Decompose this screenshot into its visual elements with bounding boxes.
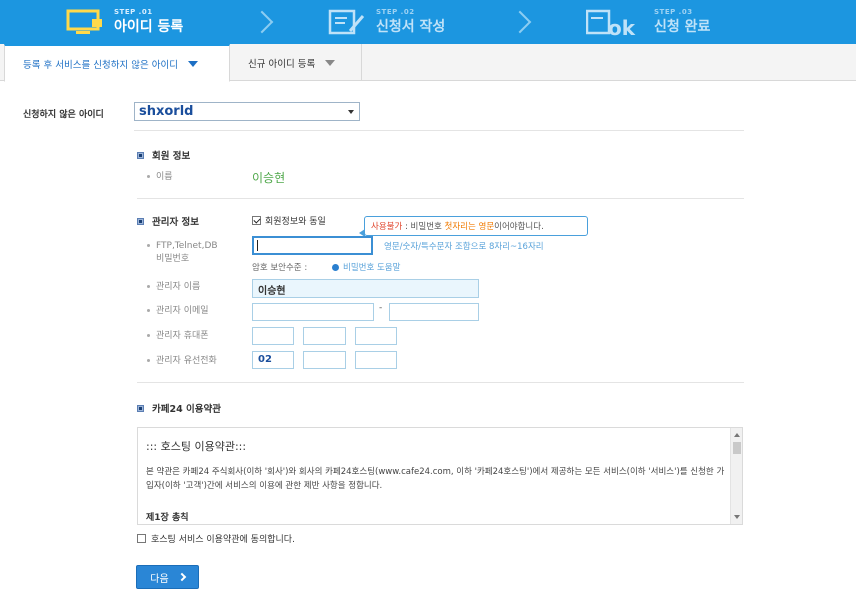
scroll-up-icon[interactable] [734, 433, 740, 437]
tab-new-id[interactable]: 신규 아이디 등록 [230, 44, 362, 81]
text-caret [257, 240, 258, 251]
terms-body: 본 약관은 카페24 주식회사(이하 '회사')와 회사의 카페24호스팅(ww… [146, 467, 725, 491]
caret-down-icon [187, 60, 198, 67]
tab-label: 등록 후 서비스를 신청하지 않은 아이디 [23, 59, 178, 71]
checkbox-checked-icon[interactable] [252, 216, 261, 225]
member-info-title: 회원 정보 [137, 148, 190, 162]
email-separator: - [379, 303, 383, 313]
terms-title-text: 카페24 이용약관 [152, 404, 221, 415]
agree-terms-checkbox[interactable]: 호스팅 서비스 이용약관에 동의합니다. [137, 532, 295, 545]
step-2: STEP .02 신청서 작성 [328, 0, 445, 44]
tab-label: 신규 아이디 등록 [248, 58, 316, 70]
step-1-title: 아이디 등록 [114, 19, 184, 35]
phone-area-value: 02 [258, 354, 272, 365]
scroll-down-icon[interactable] [734, 515, 740, 519]
step-arrow-icon [512, 10, 526, 34]
terms-heading: ::: 호스팅 이용약관::: [146, 440, 247, 453]
email-id-input[interactable] [252, 303, 374, 321]
member-info-title-text: 회원 정보 [152, 151, 191, 162]
step-1: STEP .01 아이디 등록 [66, 0, 183, 44]
tab-bar: 등록 후 서비스를 신청하지 않은 아이디 신규 아이디 등록 [0, 44, 856, 82]
terms-chapter: 제1장 총칙 [146, 513, 189, 523]
terms-textbox[interactable]: ::: 호스팅 이용약관::: 본 약관은 카페24 주식회사(이하 '회사')… [137, 427, 743, 525]
info-dot-icon [332, 263, 339, 271]
password-rule-hint: 영문/숫자/특수문자 조합으로 8자리~16자리 [384, 242, 544, 252]
next-button[interactable]: 다음 [136, 565, 199, 589]
step-1-number: STEP .01 [114, 8, 153, 16]
unregistered-id-select[interactable]: shxorld [134, 102, 360, 121]
password-input[interactable] [252, 236, 373, 255]
step-2-title: 신청서 작성 [376, 19, 446, 35]
step-2-number: STEP .02 [376, 8, 415, 16]
step-arrow-icon [254, 10, 268, 34]
email-domain-input[interactable] [389, 303, 479, 321]
phone-area-input[interactable]: 02 [252, 351, 294, 369]
phone-part2-input[interactable] [303, 351, 346, 369]
tooltip-text-end: 이어야합니다. [494, 222, 544, 232]
step-3: ok STEP .03 신청 완료 [585, 0, 711, 44]
admin-info-title: 관리자 정보 [137, 214, 199, 228]
step-3-number: STEP .03 [654, 8, 693, 16]
same-as-member-checkbox[interactable]: 회원정보와 동일 [252, 214, 326, 227]
caret-down-icon [325, 59, 336, 66]
admin-mobile-label: 관리자 휴대폰 [147, 330, 209, 343]
divider [134, 130, 744, 131]
member-name-value: 이승현 [252, 171, 286, 185]
admin-email-label: 관리자 이메일 [147, 305, 209, 318]
divider [137, 198, 744, 199]
ok-icon: ok [585, 9, 644, 40]
mobile-part1-input[interactable] [252, 327, 294, 345]
selected-id-value: shxorld [139, 104, 194, 119]
phone-part3-input[interactable] [355, 351, 397, 369]
bullet-square-icon [137, 404, 144, 412]
bullet-square-icon [137, 151, 144, 159]
terms-title: 카페24 이용약관 [137, 401, 221, 415]
unregistered-id-label: 신청하지 않은 아이디 [23, 110, 104, 120]
password-strength-label: 암호 보안수준 : [252, 263, 308, 273]
same-as-member-label: 회원정보와 동일 [265, 217, 326, 227]
tooltip-highlight: 첫자리는 영문 [444, 222, 495, 232]
admin-name-value: 이승현 [258, 286, 286, 297]
dropdown-arrow-icon [348, 110, 354, 114]
bullet-square-icon [137, 217, 144, 225]
divider [137, 382, 744, 383]
password-help-link[interactable]: 비밀번호 도움말 [332, 261, 400, 273]
step-3-title: 신청 완료 [654, 19, 711, 35]
admin-info-title-text: 관리자 정보 [152, 217, 200, 228]
mobile-part2-input[interactable] [303, 327, 346, 345]
password-error-tooltip: 사용불가 : 비밀번호 첫자리는 영문이어야합니다. [359, 216, 588, 237]
step-header: STEP .01 아이디 등록 STEP .02 신청서 작성 ok STEP … [0, 0, 856, 44]
next-button-label: 다음 [150, 573, 169, 585]
tooltip-status: 사용불가 [371, 222, 403, 232]
password-label: FTP,Telnet,DB 비밀번호 [147, 240, 218, 266]
member-name-label: 이름 [147, 171, 173, 184]
admin-name-label: 관리자 이름 [147, 281, 200, 294]
monitor-icon [66, 9, 104, 35]
password-help-text: 비밀번호 도움말 [343, 263, 401, 273]
tooltip-text: : 비밀번호 [402, 222, 445, 232]
admin-phone-label: 관리자 유선전화 [147, 355, 217, 368]
chevron-right-icon [177, 572, 186, 582]
form-edit-icon [328, 9, 366, 35]
svg-text:ok: ok [608, 16, 636, 37]
checkbox-unchecked-icon[interactable] [137, 534, 146, 543]
tab-unregistered-id[interactable]: 등록 후 서비스를 신청하지 않은 아이디 [4, 44, 230, 82]
scroll-thumb[interactable] [733, 442, 741, 454]
agree-terms-label: 호스팅 서비스 이용약관에 동의합니다. [151, 535, 295, 545]
terms-scrollbar[interactable] [730, 428, 742, 524]
mobile-part3-input[interactable] [355, 327, 397, 345]
admin-name-input[interactable]: 이승현 [252, 279, 479, 298]
